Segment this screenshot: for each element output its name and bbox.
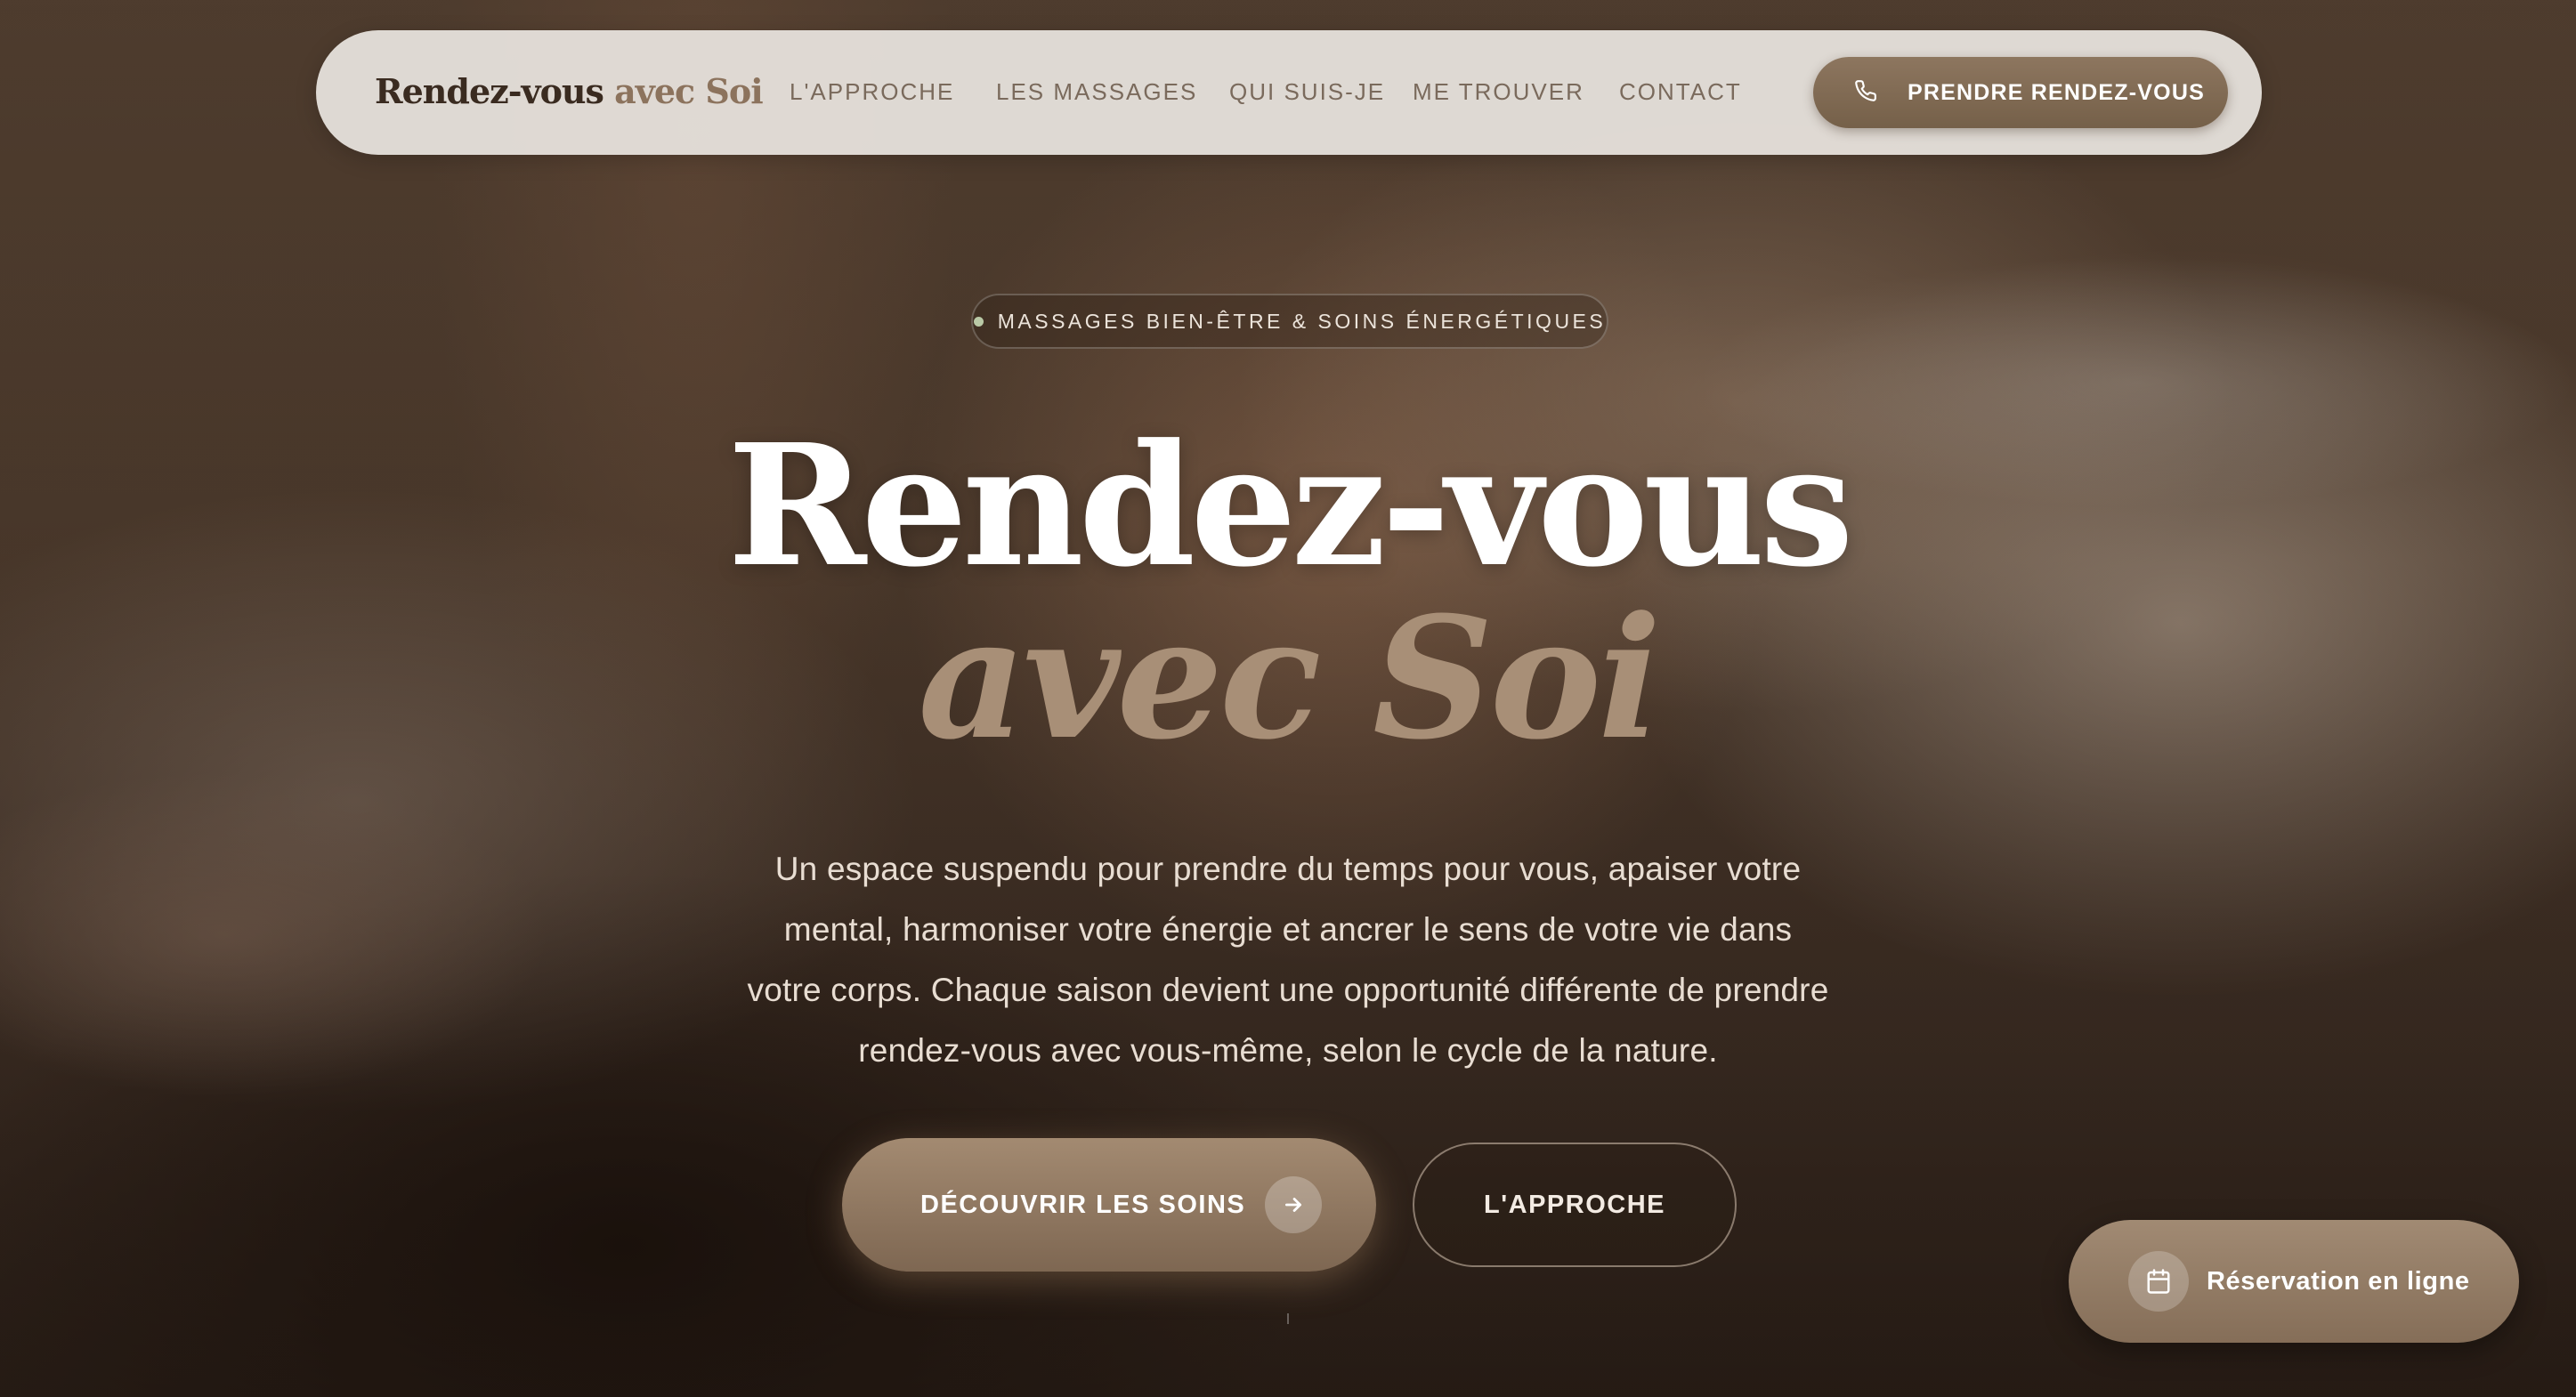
hero-title-line2: avec Soi (918, 580, 1661, 777)
approach-button-label: L'APPROCHE (1484, 1190, 1665, 1219)
book-appointment-label: PRENDRE RENDEZ-VOUS (1908, 79, 2205, 105)
tag-dot-icon (973, 316, 984, 327)
nav-link-approche[interactable]: L'APPROCHE (790, 78, 954, 106)
online-booking-label: Réservation en ligne (2207, 1266, 2470, 1296)
discover-treatments-button[interactable]: DÉCOUVRIR LES SOINS (842, 1138, 1376, 1272)
nav-link-contact[interactable]: CONTACT (1619, 78, 1742, 106)
calendar-icon (2128, 1251, 2189, 1312)
arrow-right-icon (1265, 1176, 1323, 1233)
online-booking-button[interactable]: Réservation en ligne (2069, 1220, 2519, 1343)
brand-name-part1: Rendez-vous (375, 71, 604, 111)
discover-treatments-label: DÉCOUVRIR LES SOINS (920, 1190, 1246, 1219)
nav-link-massages[interactable]: LES MASSAGES (996, 78, 1197, 106)
phone-icon (1854, 79, 1877, 107)
hero-tag-label: MASSAGES BIEN-ÊTRE & SOINS ÉNERGÉTIQUES (997, 309, 1607, 333)
hero-title-line1: Rendez-vous (727, 408, 1854, 604)
book-appointment-button[interactable]: PRENDRE RENDEZ-VOUS (1813, 57, 2228, 128)
hero-tag-badge: MASSAGES BIEN-ÊTRE & SOINS ÉNERGÉTIQUES (971, 294, 1608, 349)
brand-name-part2: avec Soi (614, 71, 763, 111)
hero-description: Un espace suspendu pour prendre du temps… (747, 851, 1829, 1069)
top-navigation: Rendez-vous avec Soi L'APPROCHE LES MASS… (316, 30, 2262, 155)
nav-link-me-trouver[interactable]: ME TROUVER (1413, 78, 1584, 106)
nav-link-qui-suis-je[interactable]: QUI SUIS-JE (1229, 78, 1385, 106)
hero-section: Rendez-vous avec Soi L'APPROCHE LES MASS… (0, 0, 2576, 1397)
brand-logo[interactable]: Rendez-vous avec Soi (375, 71, 764, 111)
scroll-indicator (1287, 1313, 1289, 1324)
approach-button[interactable]: L'APPROCHE (1413, 1143, 1737, 1267)
